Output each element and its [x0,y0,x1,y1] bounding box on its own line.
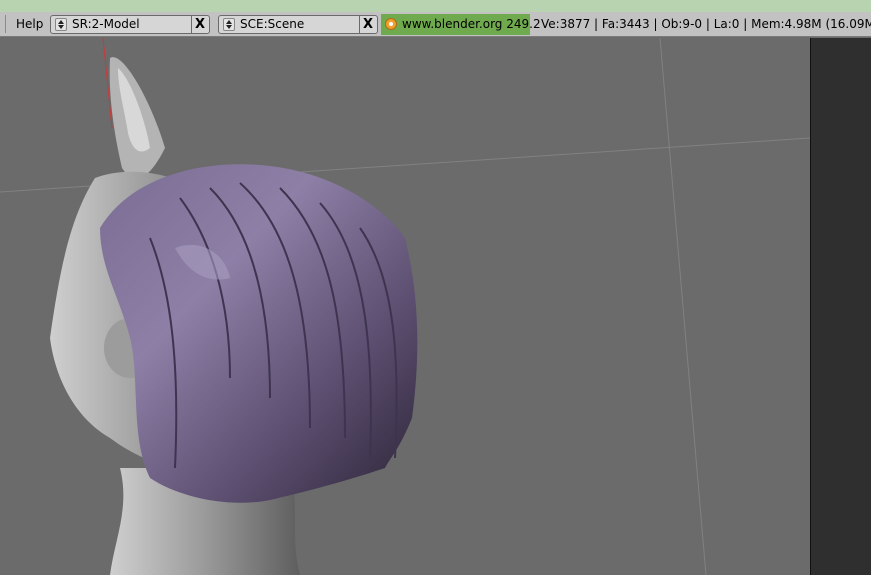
right-side-panel [810,38,871,575]
close-x-icon[interactable]: X [359,16,376,33]
grid-line [659,38,707,575]
up-down-arrows-icon[interactable] [223,18,235,31]
screen-selector-value: SR:2-Model [72,17,140,31]
window-top-strip [0,0,871,12]
blender-url-text: www.blender.org 249.2 [402,17,541,31]
screen-selector[interactable]: SR:2-Model X [50,15,210,34]
blender-window: Help SR:2-Model X SCE:Scene X www.blende… [0,0,871,575]
3d-viewport[interactable] [0,38,810,575]
close-x-icon[interactable]: X [191,16,208,33]
blender-url-button[interactable]: www.blender.org 249.2 [381,14,541,35]
header-edge [0,15,6,33]
scene-stats: Ve:3877 | Fa:3443 | Ob:9-0 | La:0 | Mem:… [541,17,871,31]
blender-logo-icon [385,18,397,30]
up-down-arrows-icon[interactable] [55,18,67,31]
info-header: Help SR:2-Model X SCE:Scene X www.blende… [0,12,871,37]
scene-selector-value: SCE:Scene [240,17,305,31]
viewport-scene [0,38,810,575]
scene-selector[interactable]: SCE:Scene X [218,15,378,34]
menu-help[interactable]: Help [16,17,43,31]
